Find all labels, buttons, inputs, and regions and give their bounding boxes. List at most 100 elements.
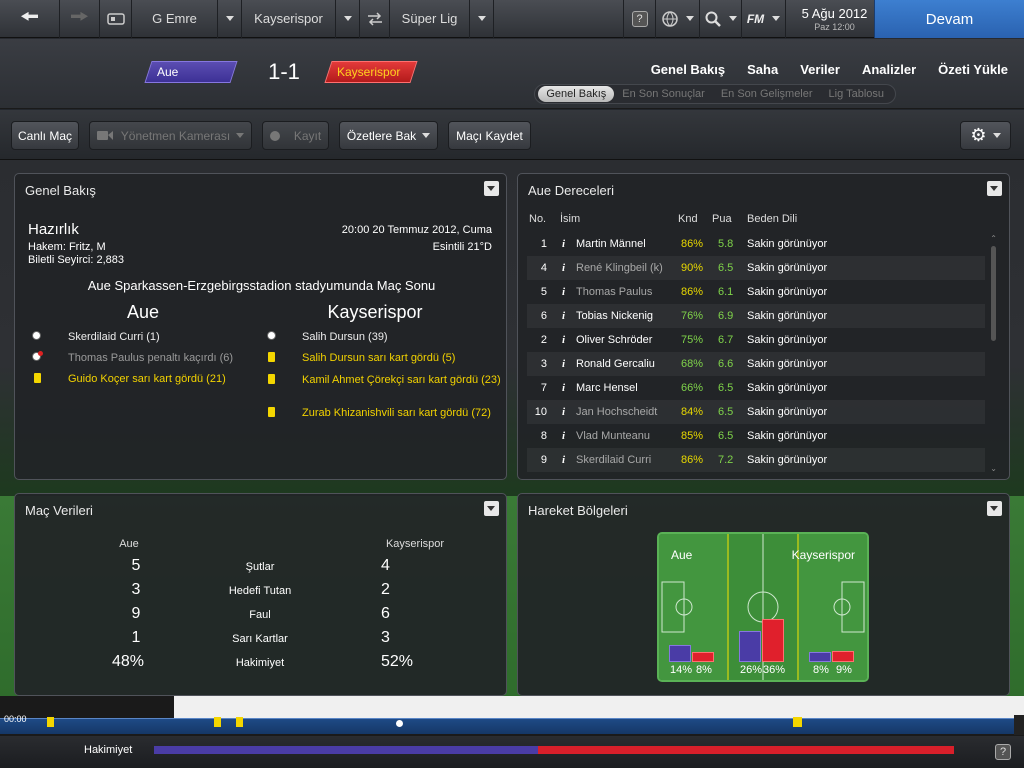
subtab-latest-scores[interactable]: En Son Sonuçlar bbox=[614, 86, 713, 102]
match-data-menu-icon[interactable] bbox=[484, 501, 499, 516]
table-row[interactable]: 9 i Skerdilaid Curri 86% 7.2 Sakin görünüyor bbox=[527, 448, 985, 472]
id-card-icon bbox=[106, 12, 125, 25]
continue-button[interactable]: Devam bbox=[874, 0, 1024, 38]
club-dropdown[interactable] bbox=[336, 0, 360, 38]
current-time: Paz 12:00 bbox=[814, 21, 855, 32]
subtab-overview[interactable]: Genel Bakış bbox=[538, 86, 615, 102]
goal-marker-icon[interactable] bbox=[396, 720, 403, 727]
stat-label: Faul bbox=[249, 609, 271, 621]
info-icon[interactable]: i bbox=[562, 310, 572, 322]
transfer-button[interactable] bbox=[360, 0, 390, 38]
player-rating: 6.9 bbox=[718, 310, 734, 322]
footer-help-button[interactable]: ? bbox=[995, 744, 1011, 760]
record-button[interactable]: Kayıt bbox=[262, 121, 329, 150]
info-icon[interactable]: i bbox=[562, 334, 572, 346]
ratings-menu-icon[interactable] bbox=[987, 181, 1002, 196]
forward-button[interactable]: 🠚 bbox=[60, 0, 100, 38]
player-number: 7 bbox=[540, 382, 547, 394]
timeline-end bbox=[1014, 715, 1024, 735]
player-body-language: Sakin görünüyor bbox=[747, 430, 828, 442]
stat-away-value: 3 bbox=[381, 629, 390, 646]
fm-menu[interactable]: FM bbox=[742, 0, 786, 38]
tab-pitch[interactable]: Saha bbox=[747, 62, 778, 77]
table-row[interactable]: 5 i Thomas Paulus 86% 6.1 Sakin görünüyor bbox=[527, 280, 985, 304]
search-icon bbox=[705, 11, 721, 27]
info-icon[interactable]: i bbox=[562, 262, 572, 274]
scroll-up-icon[interactable]: ⌃ bbox=[990, 234, 997, 243]
tab-load-highlights[interactable]: Özeti Yükle bbox=[938, 62, 1008, 77]
zone-home-percent: 26% bbox=[739, 664, 763, 676]
help-icon: ? bbox=[995, 744, 1011, 760]
player-rating: 6.5 bbox=[718, 262, 734, 274]
match-data-home-label: Aue bbox=[119, 538, 139, 550]
camera-label: Yönetmen Kamerası bbox=[120, 128, 231, 143]
table-row[interactable]: 3 i Ronald Gercaliu 68% 6.6 Sakin görünüyor bbox=[527, 352, 985, 376]
match-timeline[interactable]: 00:00 bbox=[0, 714, 1024, 735]
col-header-no[interactable]: No. bbox=[529, 213, 546, 225]
ratings-scrollbar[interactable] bbox=[991, 246, 996, 341]
col-header-rating[interactable]: Pua bbox=[712, 213, 732, 225]
table-row[interactable]: 6 i Tobias Nickenig 76% 6.9 Sakin görünüyor bbox=[527, 304, 985, 328]
stat-label: Hakimiyet bbox=[235, 657, 285, 669]
back-button[interactable]: 🠘 bbox=[0, 0, 60, 38]
tab-analysis[interactable]: Analizler bbox=[862, 62, 916, 77]
save-match-button[interactable]: Maçı Kaydet bbox=[448, 121, 531, 150]
info-icon[interactable]: i bbox=[562, 238, 572, 250]
stat-home-value: 3 bbox=[131, 581, 141, 598]
subtab-latest-news[interactable]: En Son Gelişmeler bbox=[713, 86, 821, 102]
scroll-down-icon[interactable]: ⌄ bbox=[990, 464, 997, 473]
player-name: Ronald Gercaliu bbox=[576, 358, 655, 370]
overview-menu-icon[interactable] bbox=[484, 181, 499, 196]
info-icon[interactable]: i bbox=[562, 406, 572, 418]
table-row[interactable]: 1 i Martin Männel 86% 5.8 Sakin görünüyor bbox=[527, 232, 985, 256]
view-highlights-dropdown[interactable]: Özetlere Bak bbox=[339, 121, 438, 150]
table-row[interactable]: 7 i Marc Hensel 66% 6.5 Sakin görünüyor bbox=[527, 376, 985, 400]
yellow-card-marker-icon[interactable] bbox=[793, 717, 802, 727]
player-condition: 66% bbox=[681, 382, 704, 394]
tab-data[interactable]: Veriler bbox=[800, 62, 840, 77]
help-button[interactable]: ? bbox=[624, 0, 656, 38]
col-header-name[interactable]: İsim bbox=[560, 213, 580, 225]
table-row[interactable]: 8 i Vlad Munteanu 85% 6.5 Sakin görünüyor bbox=[527, 424, 985, 448]
camera-dropdown[interactable]: Yönetmen Kamerası bbox=[89, 121, 252, 150]
yellow-card-marker-icon[interactable] bbox=[214, 717, 221, 727]
yellow-card-marker-icon[interactable] bbox=[236, 717, 243, 727]
club-menu[interactable]: Kayserispor bbox=[242, 0, 336, 38]
record-icon bbox=[269, 130, 280, 141]
tab-overview[interactable]: Genel Bakış bbox=[651, 62, 725, 77]
away-team-badge[interactable]: Kayserispor bbox=[324, 61, 418, 83]
manager-dropdown[interactable] bbox=[218, 0, 242, 38]
player-name: Jan Hochscheidt bbox=[576, 406, 658, 418]
world-menu[interactable] bbox=[656, 0, 700, 38]
info-icon[interactable]: i bbox=[562, 454, 572, 466]
player-name: Skerdilaid Curri bbox=[576, 454, 652, 466]
table-row[interactable]: 2 i Oliver Schröder 75% 6.7 Sakin görünüyor bbox=[527, 328, 985, 352]
competition-menu[interactable]: Süper Lig bbox=[390, 0, 470, 38]
manager-name: G Emre bbox=[152, 11, 197, 26]
zone-home-bar bbox=[809, 652, 831, 662]
table-row[interactable]: 4 i René Klingbeil (k) 90% 6.5 Sakin görünüyo… bbox=[527, 256, 985, 280]
info-icon[interactable]: i bbox=[562, 286, 572, 298]
current-date: 5 Ağu 2012 bbox=[801, 5, 868, 21]
info-icon[interactable]: i bbox=[562, 382, 572, 394]
match-header: Aue 1-1 Kayserispor Genel Bakış Saha Ver… bbox=[0, 39, 1024, 109]
info-icon[interactable]: i bbox=[562, 430, 572, 442]
yellow-card-marker-icon[interactable] bbox=[47, 717, 54, 727]
col-header-condition[interactable]: Knd bbox=[678, 213, 698, 225]
manager-card-button[interactable] bbox=[100, 0, 132, 38]
search-menu[interactable] bbox=[700, 0, 742, 38]
table-row[interactable]: 10 i Jan Hochscheidt 84% 6.5 Sakin görünüyor bbox=[527, 400, 985, 424]
subtab-league-table[interactable]: Lig Tablosu bbox=[821, 86, 892, 102]
live-match-button[interactable]: Canlı Maç bbox=[11, 121, 79, 150]
manager-menu[interactable]: G Emre bbox=[132, 0, 218, 38]
action-zones-menu-icon[interactable] bbox=[987, 501, 1002, 516]
match-data-away-label: Kayserispor bbox=[385, 538, 445, 550]
home-team-name: Aue bbox=[157, 65, 179, 79]
home-event: Skerdilaid Curri (1) bbox=[68, 331, 160, 343]
competition-dropdown[interactable] bbox=[470, 0, 494, 38]
info-icon[interactable]: i bbox=[562, 358, 572, 370]
settings-dropdown[interactable]: ⚙ bbox=[960, 121, 1011, 150]
home-team-badge[interactable]: Aue bbox=[144, 61, 238, 83]
match-toolbar: Canlı Maç Yönetmen Kamerası Kayıt Özetle… bbox=[0, 110, 1024, 160]
col-header-body-language[interactable]: Beden Dili bbox=[747, 213, 797, 225]
